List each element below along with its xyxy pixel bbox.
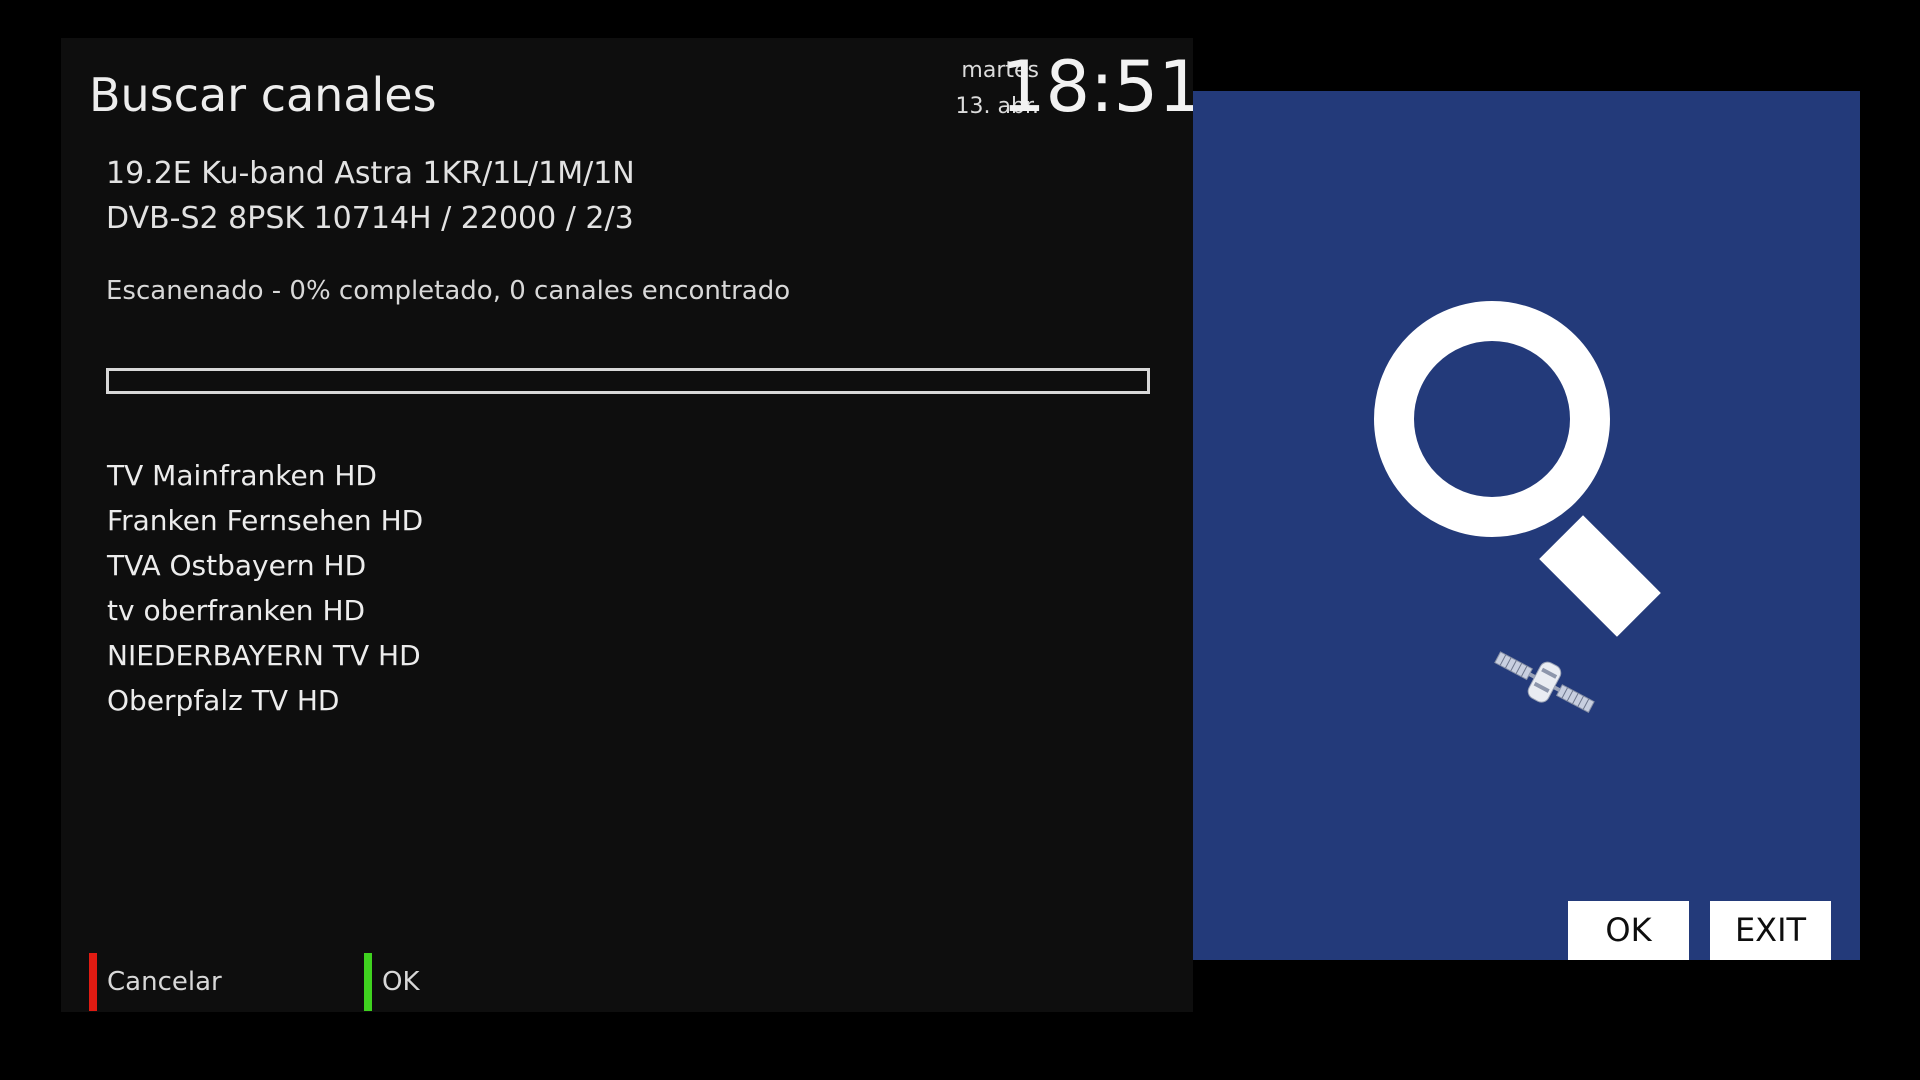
clock: 18:51 [1001, 46, 1203, 128]
channel-item: NIEDERBAYERN TV HD [107, 639, 421, 672]
side-preview-panel: OK EXIT [1193, 91, 1860, 960]
channel-item: TVA Ostbayern HD [107, 549, 367, 582]
cancel-key[interactable]: Cancelar [89, 953, 222, 1011]
channel-item: TV Mainfranken HD [107, 459, 377, 492]
satellite-icon [1494, 651, 1595, 713]
ok-label: OK [382, 967, 420, 997]
scan-status: Escanenado - 0% completado, 0 canales en… [106, 276, 791, 306]
channel-item: Oberpfalz TV HD [107, 684, 340, 717]
cancel-label: Cancelar [107, 967, 222, 997]
channel-item: tv oberfranken HD [107, 594, 366, 627]
exit-button[interactable]: EXIT [1710, 901, 1831, 960]
ok-button[interactable]: OK [1568, 901, 1689, 960]
green-key-indicator [364, 953, 372, 1011]
scan-panel: Buscar canales martes 13. abr. 18:51 19.… [61, 38, 1203, 1012]
channel-list: TV Mainfranken HD Franken Fernsehen HD T… [107, 453, 423, 723]
red-key-indicator [89, 953, 97, 1011]
tuning-info: DVB-S2 8PSK 10714H / 22000 / 2/3 [106, 201, 634, 236]
magnifier-icon [1374, 301, 1661, 637]
scan-progress-bar [106, 368, 1150, 394]
screen: Buscar canales martes 13. abr. 18:51 19.… [0, 0, 1920, 1080]
satellite-info: 19.2E Ku-band Astra 1KR/1L/1M/1N [106, 156, 635, 191]
channel-item: Franken Fernsehen HD [107, 504, 424, 537]
ok-key[interactable]: OK [364, 953, 420, 1011]
page-title: Buscar canales [89, 68, 437, 122]
